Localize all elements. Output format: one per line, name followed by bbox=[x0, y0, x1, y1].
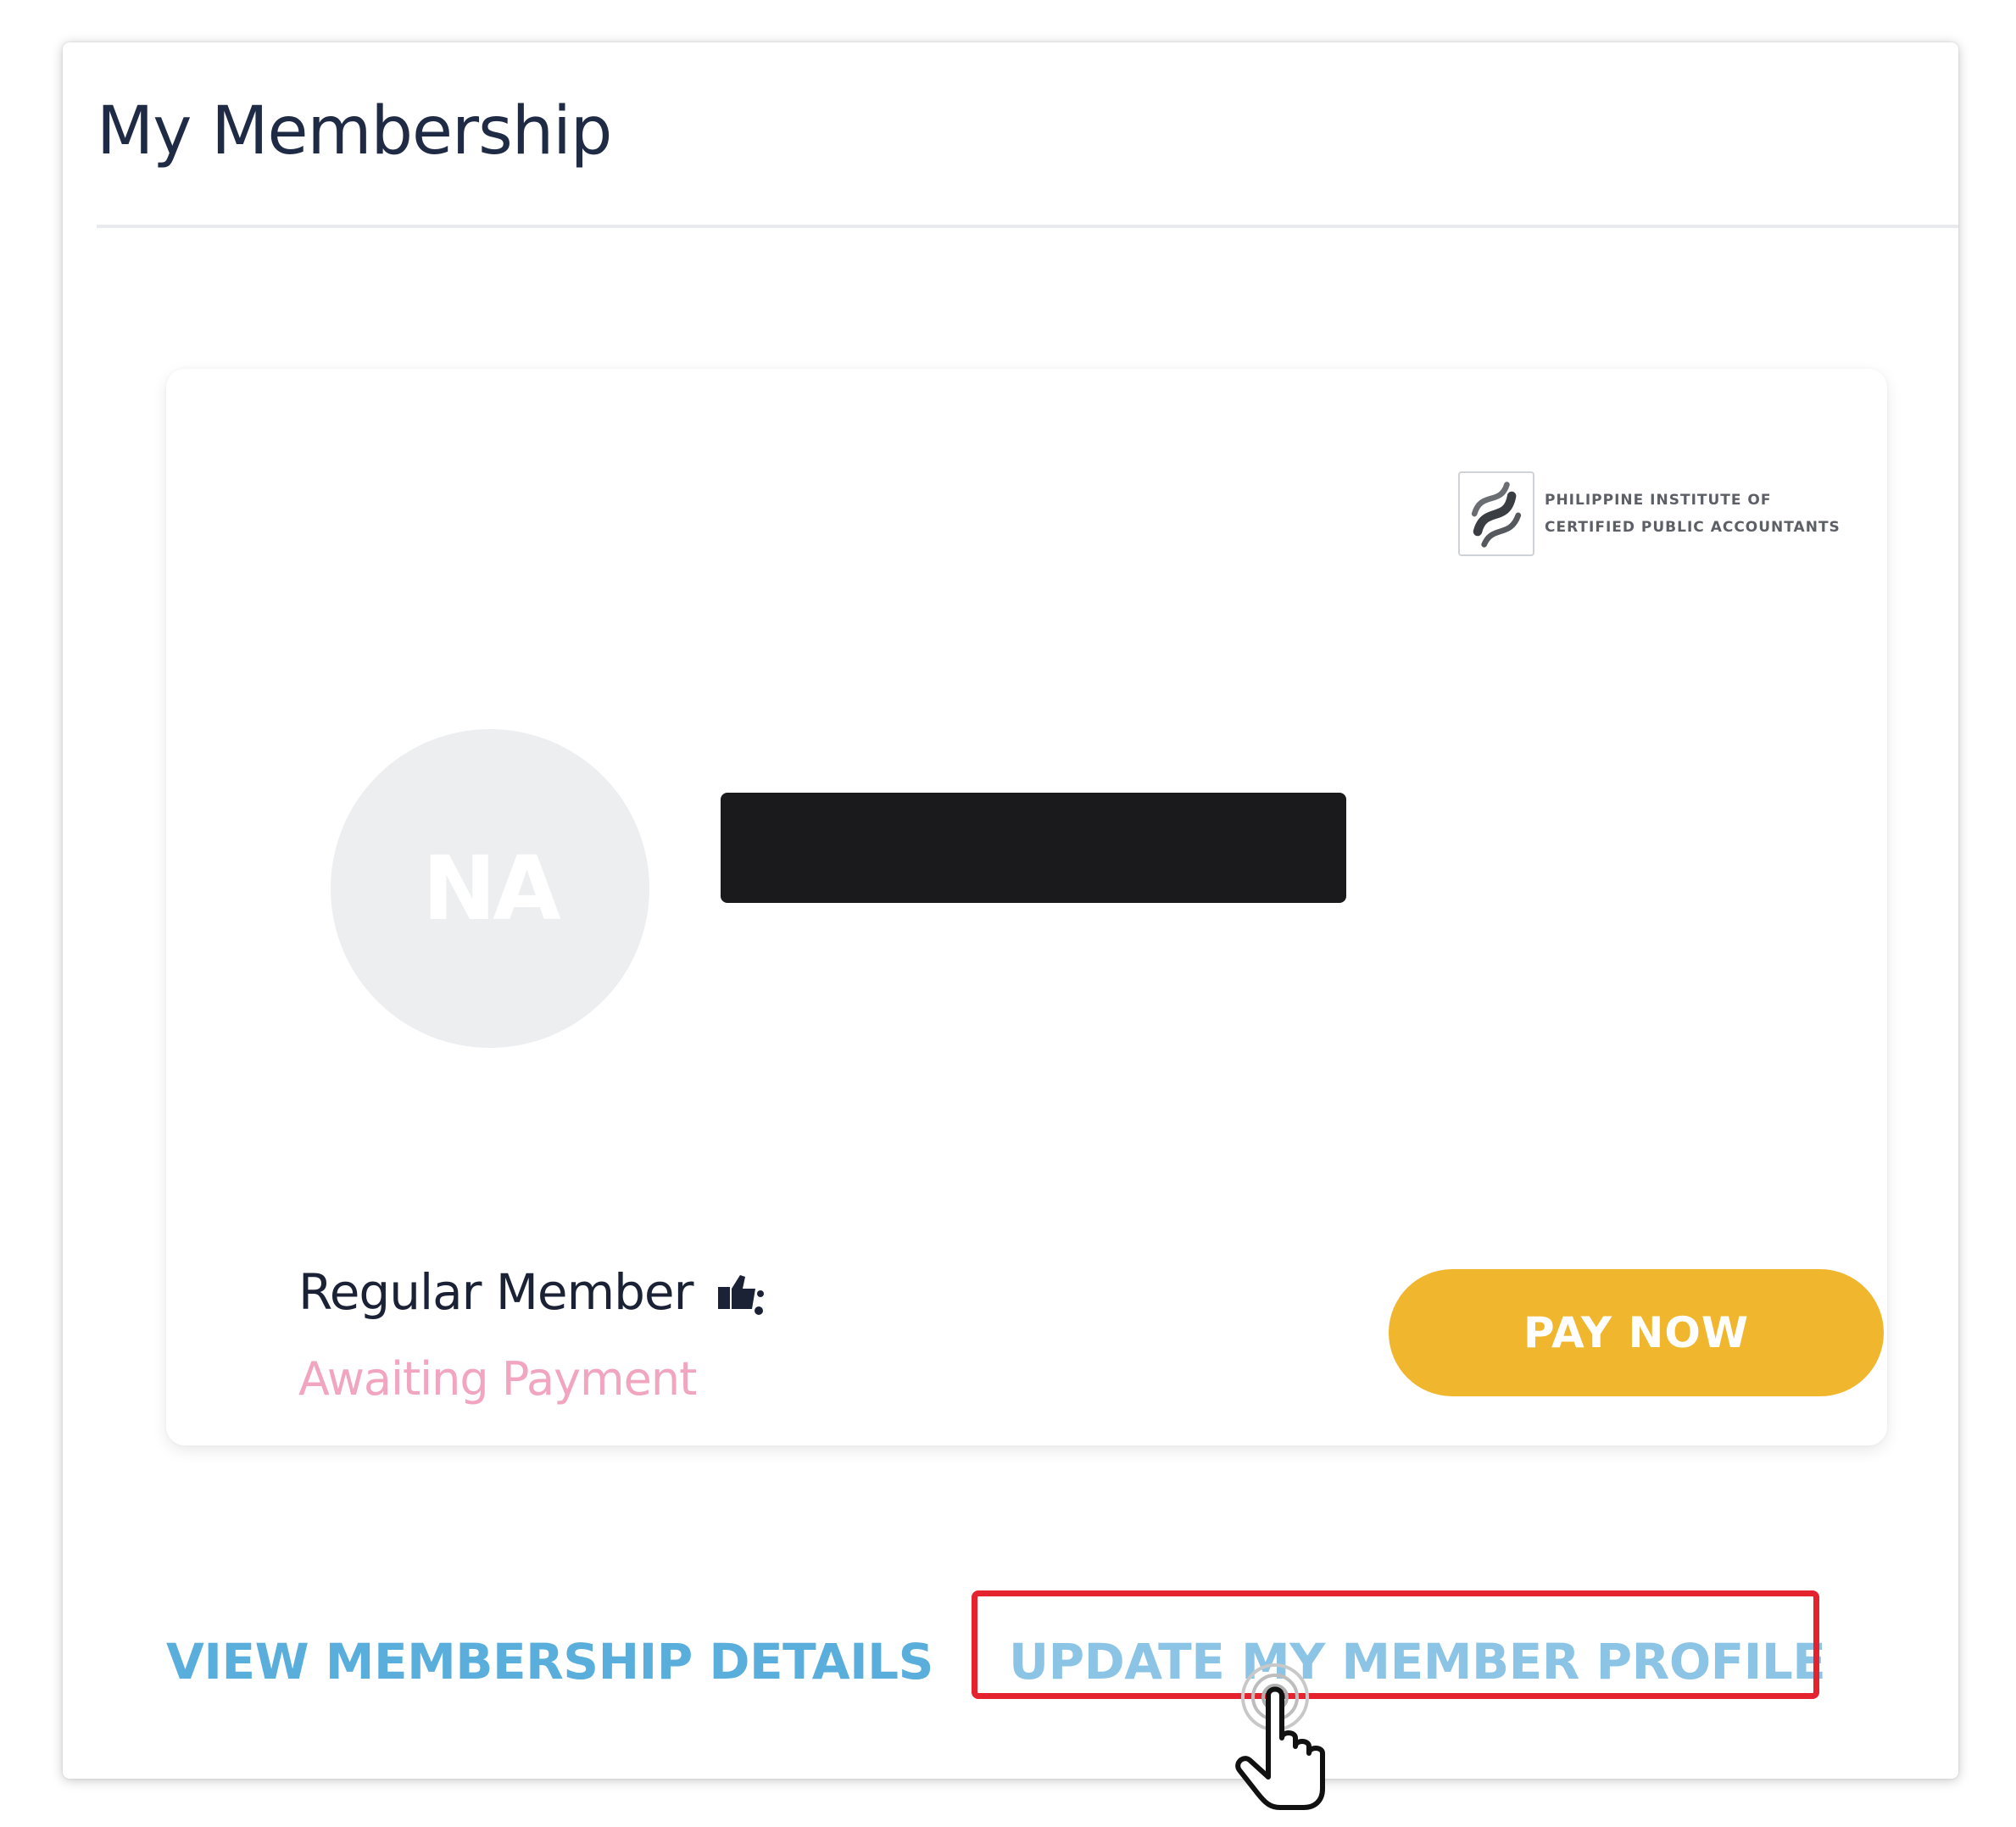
member-name-redacted bbox=[721, 793, 1346, 903]
organization-logo-text: Philippine Institute of Certified Public… bbox=[1545, 487, 1841, 541]
membership-card: Philippine Institute of Certified Public… bbox=[166, 369, 1887, 1445]
panel-title: My Membership bbox=[97, 93, 612, 170]
title-divider bbox=[97, 225, 1958, 228]
member-type-label: Regular Member bbox=[298, 1263, 693, 1321]
logo-text-line1: Philippine Institute of bbox=[1545, 492, 1772, 509]
update-member-profile-link[interactable]: UPDATE MY MEMBER PROFILE bbox=[1009, 1633, 1826, 1691]
view-membership-details-link[interactable]: VIEW MEMBERSHIP DETAILS bbox=[166, 1633, 933, 1691]
logo-text-line2: Certified Public Accountants bbox=[1545, 519, 1841, 536]
membership-status: Awaiting Payment bbox=[298, 1352, 697, 1406]
organization-logo: Philippine Institute of Certified Public… bbox=[1458, 469, 1882, 559]
verified-badge-icon bbox=[718, 1275, 765, 1315]
member-type-row: Regular Member bbox=[298, 1263, 767, 1321]
avatar: NA bbox=[331, 729, 649, 1048]
pay-now-button[interactable]: PAY NOW bbox=[1389, 1269, 1884, 1396]
organization-logo-icon bbox=[1458, 471, 1534, 556]
avatar-initials: NA bbox=[422, 837, 561, 940]
membership-panel: My Membership Philippine Institute of Ce… bbox=[63, 42, 1958, 1779]
